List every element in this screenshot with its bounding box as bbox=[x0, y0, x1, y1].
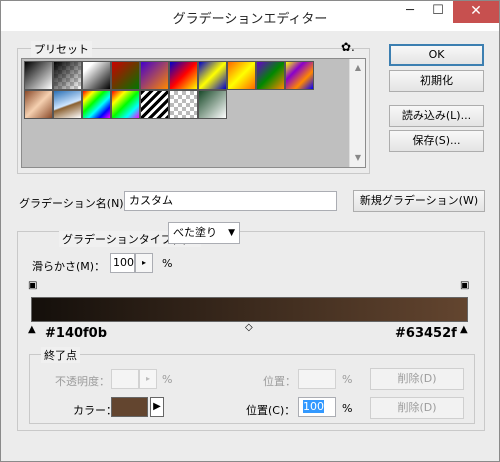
presets-scrollbar[interactable]: ▲ ▼ bbox=[349, 59, 365, 167]
preset-yellow-violet-orange-blue[interactable] bbox=[285, 61, 314, 90]
maximize-button[interactable]: ☐ bbox=[425, 1, 451, 23]
preset-red-green[interactable] bbox=[111, 61, 140, 90]
title-bar[interactable]: グラデーションエディター ─ ☐ ✕ bbox=[1, 1, 499, 31]
color-position-unit: % bbox=[342, 402, 353, 415]
scroll-up-icon[interactable]: ▲ bbox=[350, 63, 366, 72]
save-button[interactable]: 保存(S)... bbox=[389, 130, 484, 152]
opacity-position-unit: % bbox=[342, 373, 353, 386]
preset-blue-yellow-blue[interactable] bbox=[198, 61, 227, 90]
preset-black-white-2[interactable] bbox=[82, 61, 111, 90]
opacity-spin-button[interactable]: ▸ bbox=[139, 369, 157, 389]
opacity-position-label: 位置： bbox=[263, 375, 296, 388]
color-position-input[interactable]: 100 bbox=[298, 397, 336, 417]
gradient-editor-window: グラデーションエディター ─ ☐ ✕ プリセット ✿. ▲ ▼ OK 初期化 読… bbox=[0, 0, 500, 462]
preset-black-transparent[interactable] bbox=[53, 61, 82, 90]
opacity-stop-right[interactable]: ▣ bbox=[460, 281, 469, 291]
stops-label: 終了点 bbox=[41, 347, 80, 363]
gradient-name-label: グラデーション名(N)： bbox=[19, 197, 135, 210]
smoothness-spin-button[interactable]: ▸ bbox=[135, 253, 153, 273]
presets-menu-gear-icon[interactable]: ✿. bbox=[341, 40, 355, 54]
midpoint-diamond[interactable]: ◇ bbox=[245, 323, 253, 333]
preset-orange-yellow-orange[interactable] bbox=[227, 61, 256, 90]
gradient-type-value: べた塗り bbox=[173, 226, 217, 239]
preset-spectrum[interactable] bbox=[82, 90, 111, 119]
opacity-unit: % bbox=[162, 373, 173, 386]
preset-blue-red-yellow[interactable] bbox=[169, 61, 198, 90]
preset-violet-green-orange[interactable] bbox=[256, 61, 285, 90]
color-well[interactable] bbox=[111, 397, 148, 417]
preset-dark-green-white[interactable] bbox=[198, 90, 227, 119]
color-position-value: 100 bbox=[303, 400, 324, 413]
preset-copper[interactable] bbox=[24, 90, 53, 119]
preset-swatches[interactable]: ▲ ▼ bbox=[21, 58, 366, 168]
preset-transparent-checker[interactable] bbox=[169, 90, 198, 119]
preset-black-white[interactable] bbox=[24, 61, 53, 90]
opacity-input[interactable] bbox=[111, 369, 139, 389]
new-gradient-button[interactable]: 新規グラデーション(W) bbox=[353, 190, 485, 212]
color-position-label: 位置(C)： bbox=[246, 404, 296, 417]
close-button[interactable]: ✕ bbox=[453, 1, 499, 23]
opacity-delete-button[interactable]: 削除(D) bbox=[370, 368, 464, 390]
opacity-label: 不透明度： bbox=[55, 375, 110, 388]
smoothness-unit: % bbox=[162, 257, 173, 270]
smoothness-input[interactable]: 100 bbox=[110, 253, 135, 273]
color-menu-arrow[interactable]: ▶ bbox=[150, 397, 164, 417]
preset-transparent-rainbow[interactable] bbox=[111, 90, 140, 119]
load-button[interactable]: 読み込み(L)... bbox=[389, 105, 484, 127]
preset-chrome[interactable] bbox=[53, 90, 82, 119]
gradient-bar[interactable] bbox=[31, 297, 468, 322]
scroll-down-icon[interactable]: ▼ bbox=[350, 153, 366, 162]
start-color-hex: #140f0b bbox=[45, 326, 108, 341]
end-color-hex: #63452f bbox=[395, 326, 457, 341]
preset-violet-orange[interactable] bbox=[140, 61, 169, 90]
minimize-button[interactable]: ─ bbox=[397, 1, 423, 23]
opacity-position-input[interactable] bbox=[298, 369, 336, 389]
chevron-down-icon: ▼ bbox=[228, 228, 235, 238]
color-stop-left[interactable]: ▲ bbox=[28, 325, 36, 335]
ok-button[interactable]: OK bbox=[389, 44, 484, 66]
reset-button[interactable]: 初期化 bbox=[389, 70, 484, 92]
gradient-type-select[interactable]: べた塗り ▼ bbox=[168, 222, 240, 244]
smoothness-label: 滑らかさ(M)： bbox=[32, 260, 106, 273]
gradient-name-input[interactable]: カスタム bbox=[124, 191, 337, 211]
opacity-stop-left[interactable]: ▣ bbox=[28, 281, 37, 291]
presets-label: プリセット bbox=[31, 41, 92, 57]
preset-transparent-stripes[interactable] bbox=[140, 90, 169, 119]
color-delete-button[interactable]: 削除(D) bbox=[370, 397, 464, 419]
color-stop-right[interactable]: ▲ bbox=[460, 325, 468, 335]
